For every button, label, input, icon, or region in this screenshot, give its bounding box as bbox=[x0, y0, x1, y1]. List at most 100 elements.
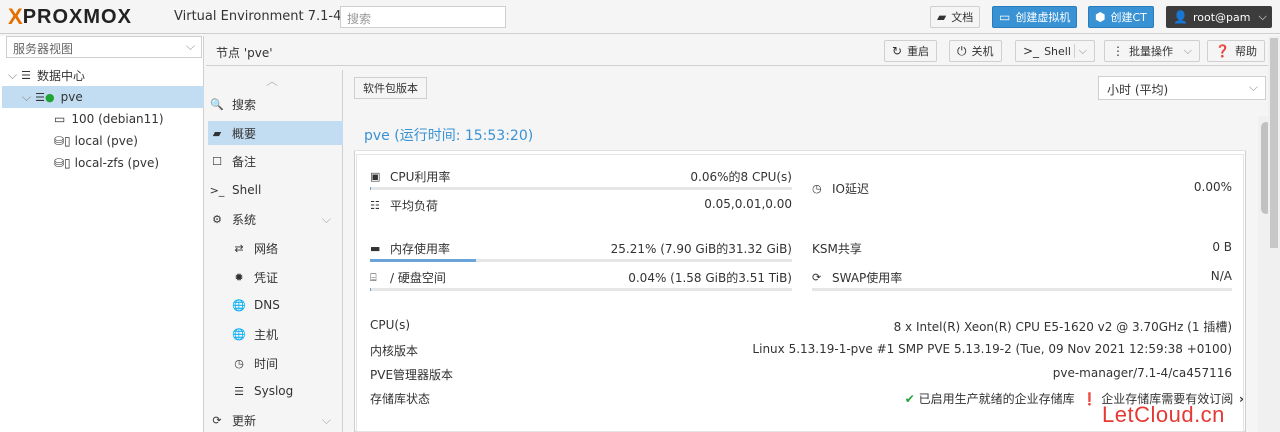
cpu-usage-label: ▣ CPU利用率 bbox=[370, 168, 450, 185]
io-delay-value: 0.00% bbox=[1193, 180, 1232, 194]
create-ct-label: 创建CT bbox=[1110, 11, 1147, 24]
io-label-text: IO延迟 bbox=[832, 182, 869, 196]
tree-item-datacenter[interactable]: ⌵ ☰ 数据中心 bbox=[8, 64, 204, 86]
disk-space-bar bbox=[370, 288, 792, 291]
node-online-icon: ☰● bbox=[35, 90, 55, 104]
search-input[interactable]: 搜索 bbox=[340, 6, 506, 28]
nav-label: 时间 bbox=[254, 356, 279, 371]
tree-item-pve[interactable]: ⌵ ☰● pve bbox=[2, 86, 204, 108]
refresh-icon: ⟳ bbox=[812, 271, 822, 284]
nav-item-updates[interactable]: ⟳ 更新 ⌵ bbox=[208, 408, 343, 432]
page-title: 节点 'pve' bbox=[216, 46, 273, 60]
terminal-icon: >_ bbox=[209, 183, 225, 197]
page-scrollbar[interactable] bbox=[1268, 36, 1280, 432]
memory-usage-label: ▬ 内存使用率 bbox=[370, 240, 450, 257]
cpu-icon: ▣ bbox=[370, 170, 381, 183]
nav-item-dns[interactable]: 🌐 DNS bbox=[208, 293, 343, 317]
hdd-icon: ⌸ bbox=[370, 270, 377, 284]
docs-label: 文档 bbox=[951, 11, 974, 24]
nav-item-network[interactable]: ⇄ 网络 bbox=[208, 236, 343, 260]
chevron-down-icon: ⌵ bbox=[1248, 80, 1258, 94]
timeframe-select[interactable]: 小时 (平均) ⌵ bbox=[1098, 76, 1266, 100]
logo-x: X bbox=[8, 4, 23, 29]
help-button[interactable]: ❓ 帮助 bbox=[1207, 40, 1265, 62]
nav-item-notes[interactable]: ☐ 备注 bbox=[208, 149, 343, 173]
scrollbar-thumb[interactable] bbox=[1270, 38, 1278, 248]
vm-running-icon: ▭ bbox=[54, 112, 66, 126]
restart-icon: ↻ bbox=[892, 44, 903, 58]
cpu-usage-bar bbox=[370, 187, 792, 190]
chevron-down-icon: ⌵ bbox=[1073, 44, 1087, 58]
chevron-down-icon: ⌵ bbox=[321, 412, 331, 427]
tree-item-storage-local-zfs[interactable]: ⛁▯ local-zfs (pve) bbox=[54, 152, 159, 174]
power-icon: ⏻ bbox=[957, 43, 967, 58]
tree-item-vm-100[interactable]: ▭ 100 (debian11) bbox=[54, 108, 164, 130]
nav-item-shell[interactable]: >_ Shell bbox=[208, 178, 343, 202]
load-average-value: 0.05,0.01,0.00 bbox=[704, 197, 792, 211]
user-icon: 👤 bbox=[1173, 10, 1188, 24]
kernel-version-value: Linux 5.13.19-1-pve #1 SMP PVE 5.13.19-2… bbox=[752, 342, 1232, 356]
create-vm-button[interactable]: ▭ 创建虚拟机 bbox=[992, 6, 1078, 28]
terminal-icon: >_ bbox=[1023, 44, 1040, 58]
io-delay-label: ◷ IO延迟 bbox=[812, 180, 869, 197]
proxmox-logo[interactable]: X PROXMOX bbox=[8, 5, 132, 29]
nav-item-time[interactable]: ◷ 时间 bbox=[208, 351, 343, 375]
swap-usage-label: ⟳ SWAP使用率 bbox=[812, 269, 902, 286]
clock-icon: ◷ bbox=[234, 356, 244, 370]
chevron-down-icon: ⌵ bbox=[185, 39, 195, 53]
summary-title: pve (运行时间: 15:53:20) bbox=[354, 116, 1246, 151]
nav-label: 系统 bbox=[232, 212, 257, 227]
cpu-label-text: CPU利用率 bbox=[390, 170, 451, 184]
restart-button[interactable]: ↻ 重启 bbox=[884, 40, 938, 62]
shell-button[interactable]: >_ Shell ⌵ bbox=[1015, 40, 1095, 62]
memory-usage-bar-fill bbox=[370, 259, 477, 262]
nav-label: 凭证 bbox=[254, 270, 279, 285]
package-versions-button[interactable]: 软件包版本 bbox=[354, 77, 427, 99]
ellipsis-vertical-icon: ⋮ bbox=[1112, 44, 1124, 58]
memory-icon: ▬ bbox=[370, 242, 381, 255]
nav-item-syslog[interactable]: ☰ Syslog bbox=[208, 379, 343, 403]
disk-label-text: / 硬盘空间 bbox=[390, 271, 446, 285]
nav-item-certificates[interactable]: ✹ 凭证 bbox=[208, 265, 343, 289]
user-menu-button[interactable]: 👤 root@pam ⌵ bbox=[1166, 6, 1272, 28]
create-ct-button[interactable]: ⬢ 创建CT bbox=[1088, 6, 1154, 28]
tree-item-label: local (pve) bbox=[74, 134, 138, 148]
chevron-right-icon: › bbox=[1239, 392, 1244, 406]
bulk-actions-label: 批量操作 bbox=[1129, 45, 1173, 58]
bulk-actions-button[interactable]: ⋮ 批量操作 ⌵ bbox=[1104, 40, 1200, 62]
chevron-down-icon: ⌵ bbox=[321, 211, 331, 226]
scroll-up-icon[interactable]: ︿ bbox=[266, 72, 278, 89]
nav-label: DNS bbox=[254, 298, 280, 312]
book-icon: ▰ bbox=[212, 126, 222, 140]
nav-item-summary[interactable]: ▰ 概要 bbox=[208, 121, 343, 145]
shutdown-button[interactable]: ⏻ 关机 bbox=[949, 40, 1002, 62]
search-icon: 🔍 bbox=[210, 97, 224, 111]
help-icon: ❓ bbox=[1215, 44, 1230, 58]
swap-usage-bar bbox=[812, 288, 1232, 291]
ksm-sharing-value: 0 B bbox=[1212, 240, 1232, 254]
nav-label: 备注 bbox=[232, 154, 257, 169]
collapse-chevron-icon: ⌵ bbox=[8, 67, 18, 82]
memory-usage-bar bbox=[370, 259, 792, 262]
cpu-usage-value: 0.06%的8 CPU(s) bbox=[690, 170, 792, 184]
chevron-down-icon: ⌵ bbox=[1258, 10, 1267, 23]
tree-item-storage-local[interactable]: ⛁▯ local (pve) bbox=[54, 130, 138, 152]
nav-label: Shell bbox=[232, 183, 262, 197]
view-selector[interactable]: 服务器视图 ⌵ bbox=[6, 36, 202, 58]
timeframe-value: 小时 (平均) bbox=[1107, 83, 1169, 97]
nav-item-search[interactable]: 🔍 搜索 bbox=[208, 92, 343, 116]
nav-item-system[interactable]: ⚙ 系统 ⌵ bbox=[208, 207, 343, 231]
book-icon: ▰ bbox=[937, 10, 947, 24]
certificate-icon: ✹ bbox=[234, 270, 244, 284]
nav-label: 主机 bbox=[254, 327, 279, 342]
tree-item-label: 数据中心 bbox=[36, 68, 85, 83]
nav-item-hosts[interactable]: 🌐 主机 bbox=[208, 322, 343, 346]
cpus-label: CPU(s) bbox=[370, 318, 411, 332]
globe-icon: 🌐 bbox=[232, 298, 246, 312]
refresh-icon: ⟳ bbox=[212, 413, 222, 427]
desktop-icon: ▭ bbox=[999, 10, 1011, 24]
nav-label: 更新 bbox=[232, 413, 257, 428]
view-selector-value: 服务器视图 bbox=[13, 42, 74, 56]
warning-circle-icon: ❗ bbox=[1082, 392, 1098, 406]
docs-button[interactable]: ▰ 文档 bbox=[930, 6, 981, 28]
